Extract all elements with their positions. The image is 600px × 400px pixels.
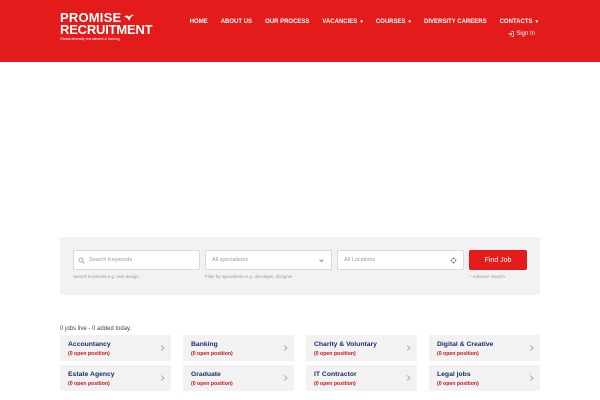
category-count: (0 open position) xyxy=(68,351,110,357)
nav-item-label: OUR PROCESS xyxy=(265,19,310,25)
category-title: Graduate xyxy=(191,371,221,378)
chevron-down-icon xyxy=(319,258,324,262)
search-keywords-input[interactable] xyxy=(89,251,199,269)
nav-item-contacts[interactable]: CONTACTS ▾ xyxy=(500,19,538,25)
job-search-panel: Find Job Search keywords e.g. web design… xyxy=(60,237,540,295)
chevron-down-icon: ▾ xyxy=(360,19,363,25)
chevron-right-icon xyxy=(406,375,411,381)
category-count: (0 open position) xyxy=(68,381,110,387)
nav-item-label: CONTACTS xyxy=(499,19,533,25)
category-title: Digital & Creative xyxy=(437,341,494,348)
location-target-icon[interactable] xyxy=(450,256,457,264)
nav-item-label: HOME xyxy=(189,19,208,25)
category-card-digital-creative[interactable]: Digital & Creative (0 open position) xyxy=(429,335,540,361)
category-count: (0 open position) xyxy=(314,351,356,357)
search-icon xyxy=(78,257,85,264)
category-title: Charity & Voluntary xyxy=(314,341,377,348)
category-title: Estate Agency xyxy=(68,371,115,378)
category-count: (0 open position) xyxy=(437,381,479,387)
bird-icon xyxy=(124,14,135,21)
category-card-it-contractor[interactable]: IT Contractor (0 open position) xyxy=(306,365,417,391)
locations-field xyxy=(337,250,464,270)
specialisms-hint: Filter by specialisms e.g. developer, de… xyxy=(205,274,293,279)
sign-in-label: Sign In xyxy=(516,31,535,37)
category-title: Banking xyxy=(191,341,218,348)
brand-tagline: Global diversity recruitment & training xyxy=(60,37,120,41)
chevron-right-icon xyxy=(160,375,165,381)
nav-item-home[interactable]: HOME xyxy=(190,19,208,25)
category-card-charity-voluntary[interactable]: Charity & Voluntary (0 open position) xyxy=(306,335,417,361)
chevron-right-icon xyxy=(160,345,165,351)
locations-input[interactable] xyxy=(344,251,450,269)
category-title: Accountancy xyxy=(68,341,111,348)
category-card-banking[interactable]: Banking (0 open position) xyxy=(183,335,294,361)
main-nav: HOME ABOUT US OUR PROCESS VACANCIES ▾ CO… xyxy=(177,19,538,25)
chevron-down-icon: ▾ xyxy=(535,19,538,25)
nav-item-about-us[interactable]: ABOUT US xyxy=(221,19,252,25)
chevron-right-icon xyxy=(529,375,534,381)
sign-in-icon xyxy=(508,31,515,37)
find-job-button[interactable]: Find Job xyxy=(469,250,527,270)
brand-name-line2: RECRUITMENT xyxy=(60,22,153,37)
category-title: Legal jobs xyxy=(437,371,471,378)
category-card-accountancy[interactable]: Accountancy (0 open position) xyxy=(60,335,171,361)
advanced-search-link[interactable]: + Advance Search xyxy=(469,274,505,279)
category-card-graduate[interactable]: Graduate (0 open position) xyxy=(183,365,294,391)
nav-item-label: ABOUT US xyxy=(220,19,253,25)
nav-item-label: DIVERSITY CAREERS xyxy=(424,19,487,25)
chevron-right-icon xyxy=(283,345,288,351)
category-count: (0 open position) xyxy=(191,351,233,357)
nav-item-diversity-careers[interactable]: DIVERSITY CAREERS xyxy=(424,19,487,25)
category-card-legal-jobs[interactable]: Legal jobs (0 open position) xyxy=(429,365,540,391)
jobs-summary: 0 jobs live - 0 added today. xyxy=(60,326,132,332)
nav-item-vacancies[interactable]: VACANCIES ▾ xyxy=(322,19,362,25)
nav-item-our-process[interactable]: OUR PROCESS xyxy=(265,19,309,25)
category-count: (0 open position) xyxy=(437,351,479,357)
category-count: (0 open position) xyxy=(191,381,233,387)
nav-item-courses[interactable]: COURSES ▾ xyxy=(376,19,411,25)
keywords-field xyxy=(73,250,200,270)
brand-logo[interactable]: PROMISE RECRUITMENT Global diversity rec… xyxy=(60,11,153,42)
category-title: IT Contractor xyxy=(314,371,357,378)
chevron-right-icon xyxy=(283,375,288,381)
chevron-right-icon xyxy=(529,345,534,351)
site-header: PROMISE RECRUITMENT Global diversity rec… xyxy=(0,0,600,62)
keywords-hint: Search keywords e.g. web design xyxy=(73,274,139,279)
chevron-down-icon: ▾ xyxy=(408,19,412,25)
specialisms-select-value xyxy=(212,251,318,269)
category-count: (0 open position) xyxy=(314,381,356,387)
category-card-estate-agency[interactable]: Estate Agency (0 open position) xyxy=(60,365,171,391)
nav-item-label: COURSES xyxy=(375,19,406,25)
chevron-right-icon xyxy=(406,345,411,351)
nav-item-label: VACANCIES xyxy=(322,19,358,25)
specialisms-select[interactable] xyxy=(205,250,332,270)
sign-in-link[interactable]: Sign In xyxy=(508,31,535,37)
